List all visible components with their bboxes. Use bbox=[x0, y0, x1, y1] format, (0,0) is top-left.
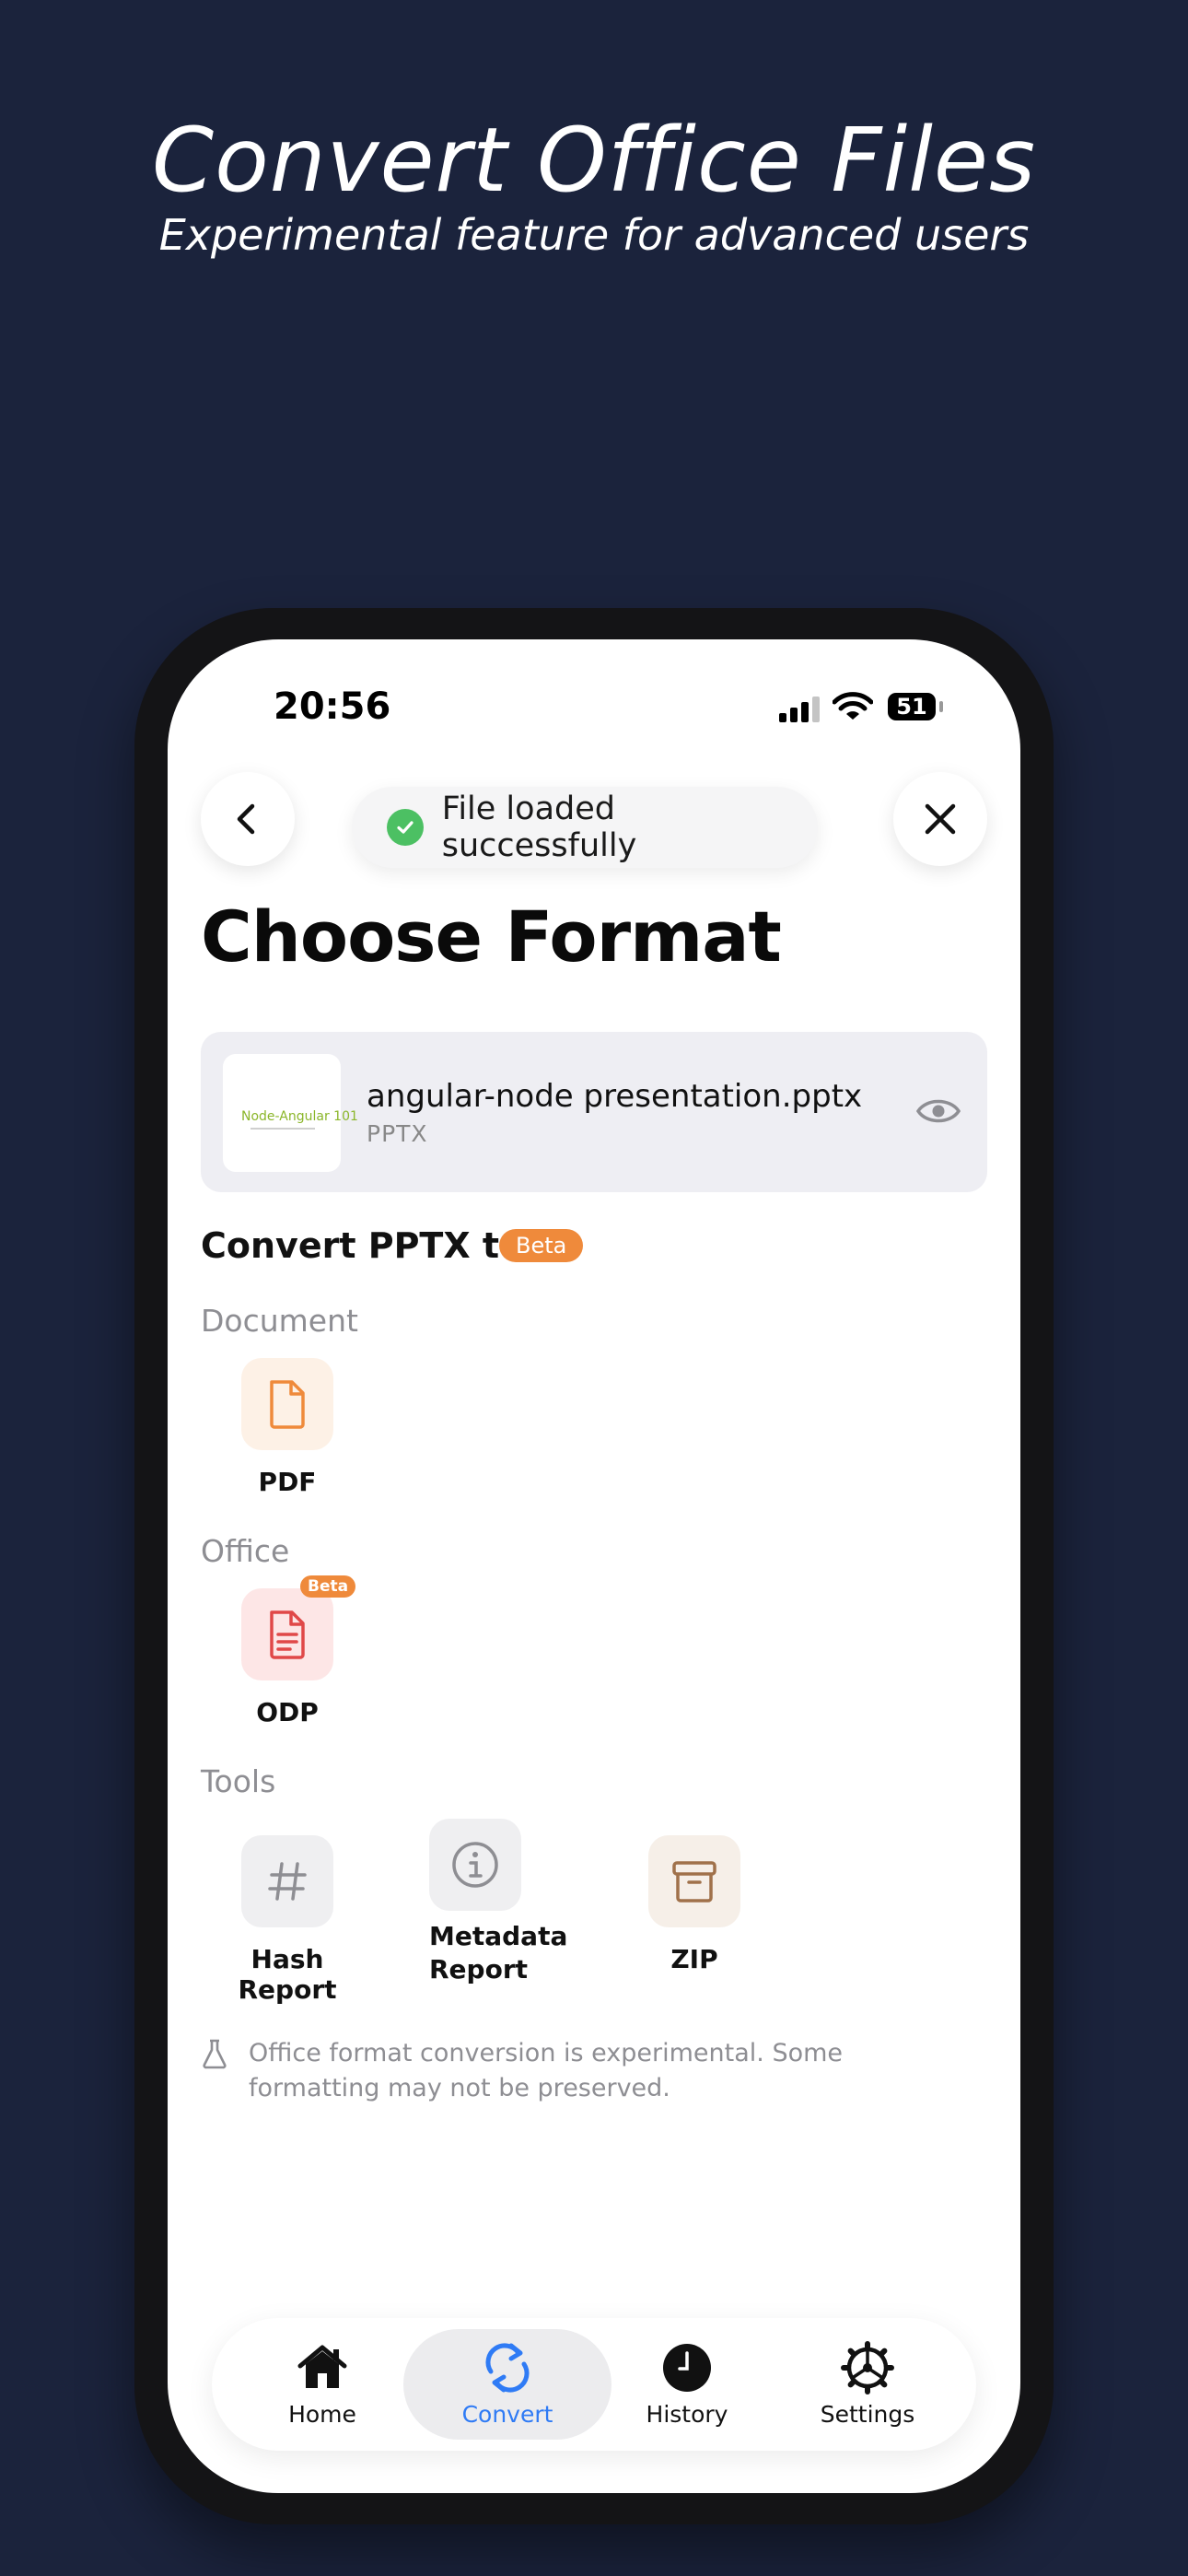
hero-title: Convert Office Files bbox=[152, 109, 1036, 212]
hero-subtitle: Experimental feature for advanced users bbox=[158, 210, 1030, 260]
wifi-icon bbox=[832, 691, 874, 726]
format-option-odp[interactable]: Beta ODP bbox=[241, 1575, 370, 1727]
tool-option-hash-report[interactable]: Hash Report bbox=[201, 1835, 374, 2005]
checkmark-circle-icon bbox=[387, 809, 424, 846]
tool-option-zip[interactable]: ZIP bbox=[648, 1835, 740, 1974]
page-title: Choose Format bbox=[201, 896, 782, 978]
chevron-left-icon bbox=[237, 803, 255, 835]
close-button[interactable] bbox=[893, 772, 987, 866]
battery-cap bbox=[939, 701, 943, 712]
eye-icon[interactable] bbox=[915, 1095, 961, 1131]
file-name: angular-node presentation.pptx bbox=[367, 1078, 863, 1115]
convert-icon bbox=[485, 2343, 530, 2393]
section-document: Document bbox=[201, 1303, 358, 1339]
document-text-icon bbox=[241, 1588, 333, 1680]
beta-badge: Beta bbox=[499, 1229, 584, 1262]
convert-heading: Convert PPTX to: bbox=[201, 1225, 538, 1266]
tool-label: Metadata Report bbox=[429, 1921, 568, 1985]
status-time: 20:56 bbox=[274, 685, 391, 728]
tab-label: Convert bbox=[461, 2401, 553, 2428]
app-screen: 20:56 51 File loaded successfully Choose… bbox=[168, 639, 1020, 2493]
section-office: Office bbox=[201, 1533, 290, 1569]
close-icon bbox=[925, 803, 956, 835]
tab-label: History bbox=[646, 2401, 728, 2428]
file-thumbnail: Node-Angular 101 bbox=[223, 1054, 358, 1172]
tab-home[interactable]: Home bbox=[230, 2318, 414, 2451]
signal-icon bbox=[779, 695, 821, 726]
format-label: ODP bbox=[256, 1697, 319, 1727]
back-button[interactable] bbox=[201, 772, 295, 866]
hash-icon bbox=[241, 1835, 333, 1927]
success-toast: File loaded successfully bbox=[352, 787, 818, 868]
tool-label: ZIP bbox=[670, 1944, 718, 1974]
format-option-pdf[interactable]: PDF bbox=[241, 1358, 370, 1497]
tab-label: Home bbox=[288, 2401, 356, 2428]
thumbnail-title: Node-Angular 101 bbox=[241, 1109, 358, 1124]
clock-icon bbox=[663, 2344, 711, 2392]
battery-indicator: 51 bbox=[888, 693, 936, 720]
gear-icon bbox=[841, 2341, 894, 2395]
tool-option-metadata-report[interactable]: Metadata Report bbox=[429, 1819, 567, 1986]
tab-settings[interactable]: Settings bbox=[775, 2318, 960, 2451]
tab-history[interactable]: History bbox=[595, 2318, 779, 2451]
info-icon bbox=[429, 1819, 521, 1911]
tab-bar: Home Convert History Settings bbox=[212, 2318, 976, 2451]
thumbnail-line bbox=[250, 1128, 315, 1130]
toast-message: File loaded successfully bbox=[441, 790, 637, 864]
odp-beta-badge: Beta bbox=[300, 1575, 356, 1598]
format-label: PDF bbox=[258, 1467, 317, 1497]
tab-label: Settings bbox=[820, 2401, 915, 2428]
tab-convert[interactable]: Convert bbox=[415, 2318, 600, 2451]
experimental-note: Office format conversion is experimental… bbox=[249, 2039, 844, 2102]
section-tools: Tools bbox=[201, 1763, 276, 1799]
tool-label: Hash Report bbox=[238, 1944, 337, 2005]
file-icon bbox=[241, 1358, 333, 1450]
file-type: PPTX bbox=[367, 1120, 428, 1147]
flask-icon bbox=[201, 2038, 228, 2073]
home-icon bbox=[297, 2345, 347, 2388]
archive-icon bbox=[648, 1835, 740, 1927]
file-card[interactable]: Node-Angular 101 angular-node presentati… bbox=[201, 1032, 987, 1192]
